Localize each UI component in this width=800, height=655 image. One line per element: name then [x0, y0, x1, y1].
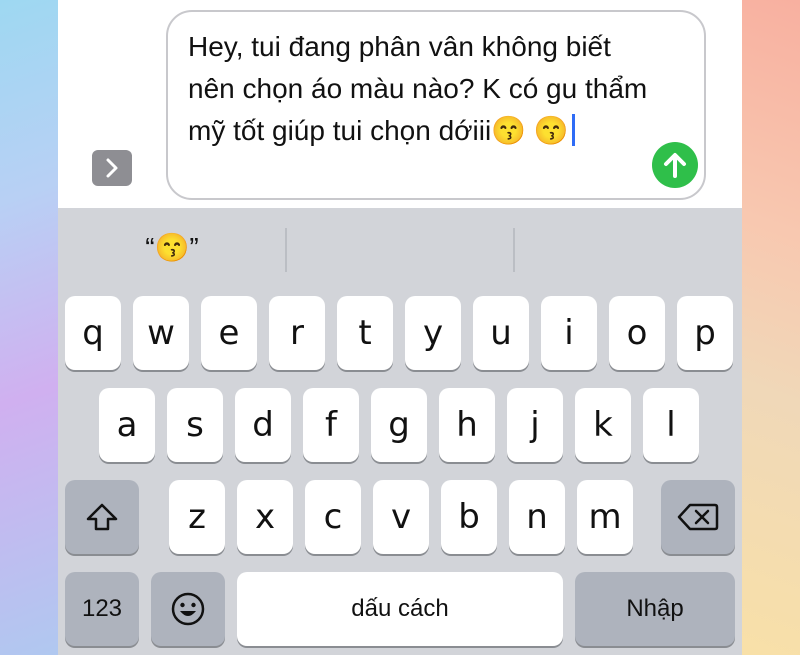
message-text: Hey, tui đang phân vân không biết nên ch…: [188, 26, 648, 152]
shift-key[interactable]: [65, 480, 139, 554]
delete-key[interactable]: [661, 480, 735, 554]
suggestion-bar: “😙”: [58, 208, 742, 290]
return-key[interactable]: Nhập: [575, 572, 735, 646]
expand-apps-button[interactable]: [92, 150, 132, 186]
arrow-up-icon: [664, 153, 686, 178]
key-g[interactable]: g: [371, 388, 427, 462]
key-s[interactable]: s: [167, 388, 223, 462]
key-l[interactable]: l: [643, 388, 699, 462]
key-p[interactable]: p: [677, 296, 733, 370]
key-i[interactable]: i: [541, 296, 597, 370]
message-content: Hey, tui đang phân vân không biết nên ch…: [188, 31, 655, 146]
key-y[interactable]: y: [405, 296, 461, 370]
key-a[interactable]: a: [99, 388, 155, 462]
key-f[interactable]: f: [303, 388, 359, 462]
key-u[interactable]: u: [473, 296, 529, 370]
key-e[interactable]: e: [201, 296, 257, 370]
key-t[interactable]: t: [337, 296, 393, 370]
key-q[interactable]: q: [65, 296, 121, 370]
key-h[interactable]: h: [439, 388, 495, 462]
key-m[interactable]: m: [577, 480, 633, 554]
key-x[interactable]: x: [237, 480, 293, 554]
key-b[interactable]: b: [441, 480, 497, 554]
suggestion-1[interactable]: “😙”: [58, 226, 286, 270]
numbers-key[interactable]: 123: [65, 572, 139, 646]
emoji-icon: [171, 592, 205, 626]
delete-icon: [677, 503, 719, 531]
suggestion-3[interactable]: [515, 226, 742, 270]
key-j[interactable]: j: [507, 388, 563, 462]
text-cursor: [571, 114, 575, 146]
suggestion-2[interactable]: [287, 226, 513, 270]
key-n[interactable]: n: [509, 480, 565, 554]
shift-icon: [86, 503, 118, 531]
send-button[interactable]: [652, 142, 698, 188]
message-input[interactable]: Hey, tui đang phân vân không biết nên ch…: [166, 10, 706, 200]
key-o[interactable]: o: [609, 296, 665, 370]
key-v[interactable]: v: [373, 480, 429, 554]
key-k[interactable]: k: [575, 388, 631, 462]
key-r[interactable]: r: [269, 296, 325, 370]
wallpaper-right: [742, 0, 800, 655]
key-z[interactable]: z: [169, 480, 225, 554]
phone-screen: Hey, tui đang phân vân không biết nên ch…: [58, 0, 742, 655]
space-key[interactable]: dấu cách: [237, 572, 563, 646]
key-w[interactable]: w: [133, 296, 189, 370]
wallpaper-left: [0, 0, 58, 655]
emoji-key[interactable]: [151, 572, 225, 646]
compose-area: Hey, tui đang phân vân không biết nên ch…: [58, 0, 742, 208]
key-c[interactable]: c: [305, 480, 361, 554]
chevron-right-icon: [106, 158, 118, 178]
key-d[interactable]: d: [235, 388, 291, 462]
